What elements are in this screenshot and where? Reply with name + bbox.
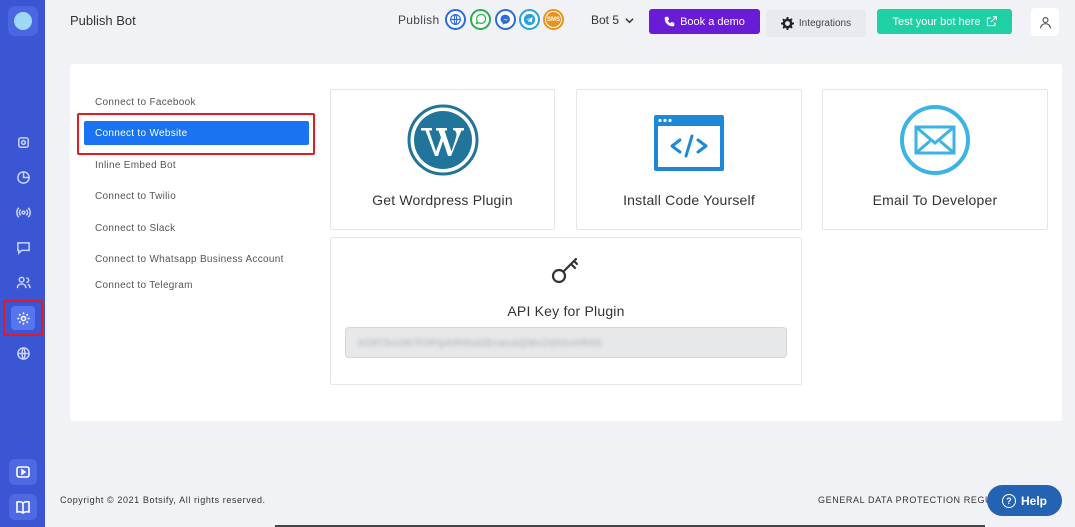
api-key-card: API Key for Plugin XZ8TSnUN7F0PQ4tR9hd2E… — [330, 237, 802, 385]
bot-selector-label: Bot 5 — [591, 13, 620, 27]
email-card-title: Email To Developer — [872, 192, 998, 208]
users-icon[interactable] — [11, 270, 35, 294]
web-icon[interactable] — [445, 9, 466, 30]
key-icon — [549, 252, 583, 291]
chevron-down-icon — [625, 17, 634, 23]
gear-icon — [780, 17, 794, 30]
top-header: Publish Bot Publish SMS Bot 5 Book a dem… — [45, 0, 1075, 44]
menu-item-telegram[interactable]: Connect to Telegram — [95, 280, 193, 291]
broadcast-icon[interactable] — [11, 200, 35, 224]
page-title: Publish Bot — [70, 13, 136, 28]
user-icon — [1039, 16, 1051, 28]
install-code-card[interactable]: Install Code Yourself — [576, 89, 802, 230]
botsify-logo[interactable] — [8, 6, 38, 36]
menu-item-slack[interactable]: Connect to Slack — [95, 223, 175, 234]
sms-icon[interactable]: SMS — [543, 9, 564, 30]
wordpress-icon — [407, 104, 479, 181]
book-demo-label: Book a demo — [680, 15, 745, 28]
wordpress-plugin-card[interactable]: Get Wordpress Plugin — [330, 89, 555, 230]
external-link-icon — [986, 16, 997, 27]
user-profile-button[interactable] — [1031, 8, 1059, 36]
book-icon[interactable] — [9, 494, 37, 520]
code-card-title: Install Code Yourself — [623, 192, 755, 208]
wordpress-card-title: Get Wordpress Plugin — [372, 192, 513, 208]
menu-item-facebook[interactable]: Connect to Facebook — [95, 97, 196, 108]
integrations-button[interactable]: Integrations — [766, 10, 866, 37]
menu-item-inline-embed[interactable]: Inline Embed Bot — [95, 160, 176, 171]
api-key-value: XZ8TSnUN7F0PQ4tR9hd2EvwuAQWcZdX5nHR9S — [358, 337, 603, 348]
api-key-title: API Key for Plugin — [507, 303, 625, 319]
sms-text: SMS — [546, 12, 561, 27]
chat-icon[interactable] — [11, 235, 35, 259]
globe-icon[interactable] — [11, 341, 35, 365]
help-button[interactable]: ? Help — [987, 485, 1062, 516]
copyright-text: Copyright © 2021 Botsify, All rights res… — [60, 495, 266, 505]
telegram-icon[interactable] — [519, 9, 540, 30]
menu-highlight — [77, 113, 315, 155]
gdpr-link[interactable]: GENERAL DATA PROTECTION REGU — [818, 495, 992, 505]
help-label: Help — [1020, 493, 1047, 508]
active-item-highlight — [3, 300, 43, 336]
menu-item-twilio[interactable]: Connect to Twilio — [95, 191, 176, 202]
analytics-icon[interactable] — [11, 165, 35, 189]
test-bot-label: Test your bot here — [892, 15, 981, 28]
email-developer-card[interactable]: Email To Developer — [822, 89, 1048, 230]
video-icon[interactable] — [9, 459, 37, 485]
chat-bubble-icon — [14, 12, 32, 30]
sidebar — [0, 0, 45, 527]
code-window-icon — [653, 114, 725, 177]
messenger-icon[interactable] — [495, 9, 516, 30]
email-icon — [899, 104, 971, 181]
menu-item-whatsapp-business[interactable]: Connect to Whatsapp Business Account — [95, 254, 284, 265]
test-bot-button[interactable]: Test your bot here — [877, 9, 1012, 34]
bot-selector[interactable]: Bot 5 — [591, 13, 634, 27]
settings-icon[interactable] — [11, 130, 35, 154]
publish-panel: Connect to Facebook Connect to Website I… — [70, 64, 1062, 421]
whatsapp-icon[interactable] — [470, 9, 491, 30]
phone-icon — [664, 16, 675, 27]
question-icon: ? — [1001, 493, 1016, 508]
publish-label: Publish — [398, 13, 440, 27]
integrations-label: Integrations — [798, 18, 852, 29]
api-key-field[interactable]: XZ8TSnUN7F0PQ4tR9hd2EvwuAQWcZdX5nHR9S — [345, 327, 787, 358]
book-demo-button[interactable]: Book a demo — [649, 9, 760, 34]
